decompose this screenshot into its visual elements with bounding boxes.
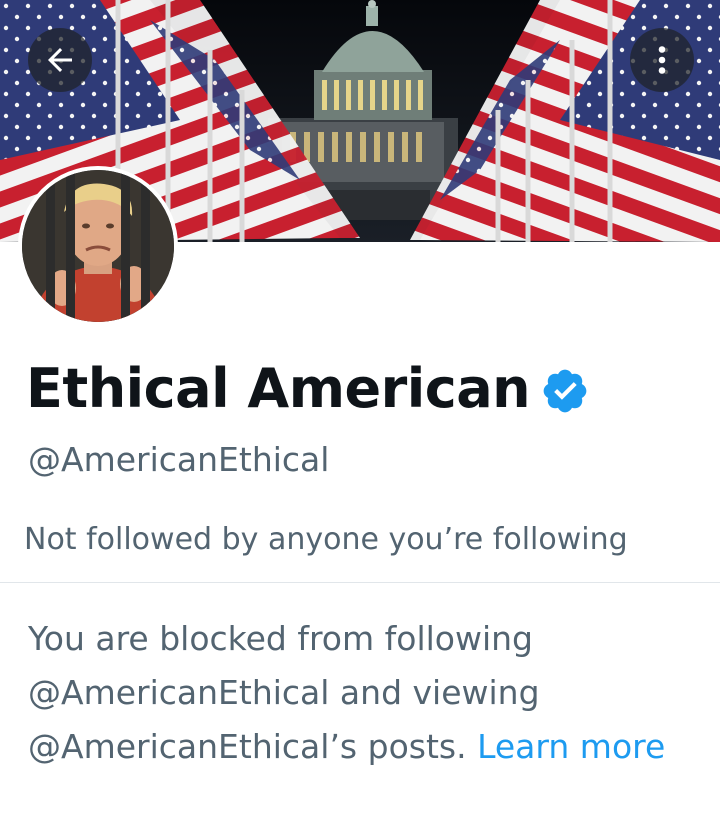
- profile-handle: @AmericanEthical: [28, 440, 330, 479]
- avatar-image: [22, 170, 174, 322]
- verified-badge-icon[interactable]: [540, 366, 590, 416]
- divider: [0, 582, 720, 583]
- more-vertical-icon: [658, 46, 666, 74]
- learn-more-link[interactable]: Learn more: [477, 727, 665, 766]
- blocked-notice: You are blocked from following @American…: [28, 612, 708, 774]
- blocked-notice-text: You are blocked from following @American…: [28, 619, 540, 766]
- display-name: Ethical American: [26, 357, 531, 420]
- back-button[interactable]: [28, 28, 92, 92]
- avatar[interactable]: [18, 166, 178, 326]
- arrow-left-icon: [48, 48, 72, 72]
- followed-by-text: Not followed by anyone you’re following: [24, 522, 628, 557]
- more-options-button[interactable]: [630, 28, 694, 92]
